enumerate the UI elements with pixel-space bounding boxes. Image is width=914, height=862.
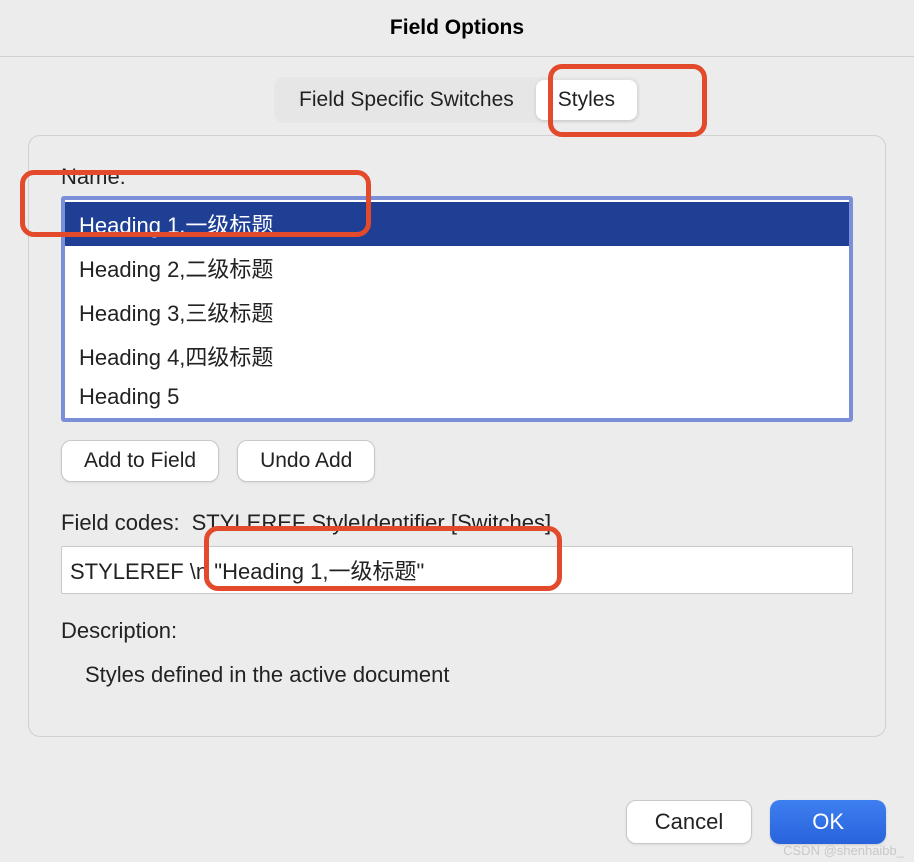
list-item[interactable]: Heading 1,一级标题 [65,202,849,246]
ok-button[interactable]: OK [770,800,886,844]
window-header: Field Options [0,0,914,57]
description-block: Description: Styles defined in the activ… [61,618,853,688]
field-codes-desc: STYLEREF StyleIdentifier [Switches] [192,510,551,536]
list-item[interactable]: Heading 5 [65,378,849,416]
tab-container: Field Specific Switches Styles [274,77,640,123]
list-item[interactable]: Heading 4,四级标题 [65,334,849,378]
field-codes-input[interactable] [61,546,853,594]
window-title: Field Options [390,16,524,40]
name-label: Name: [61,164,853,190]
undo-add-button[interactable]: Undo Add [237,440,375,482]
options-panel: Name: Heading 1,一级标题 Heading 2,二级标题 Head… [28,135,886,737]
add-to-field-button[interactable]: Add to Field [61,440,219,482]
watermark: CSDN @shenhaibb_ [783,843,904,858]
field-codes-row: Field codes: STYLEREF StyleIdentifier [S… [61,510,853,536]
styles-listbox[interactable]: Heading 1,一级标题 Heading 2,二级标题 Heading 3,… [61,196,853,422]
tab-field-specific-switches[interactable]: Field Specific Switches [277,80,536,120]
description-label: Description: [61,618,853,644]
list-item[interactable]: Heading 2,二级标题 [65,246,849,290]
list-item[interactable]: Heading 3,三级标题 [65,290,849,334]
tab-row: Field Specific Switches Styles [0,57,914,123]
cancel-button[interactable]: Cancel [626,800,752,844]
button-row: Add to Field Undo Add [61,440,853,482]
description-text: Styles defined in the active document [85,662,853,688]
field-codes-label: Field codes: [61,510,180,536]
tab-styles[interactable]: Styles [536,80,637,120]
footer-row: Cancel OK [626,800,886,844]
